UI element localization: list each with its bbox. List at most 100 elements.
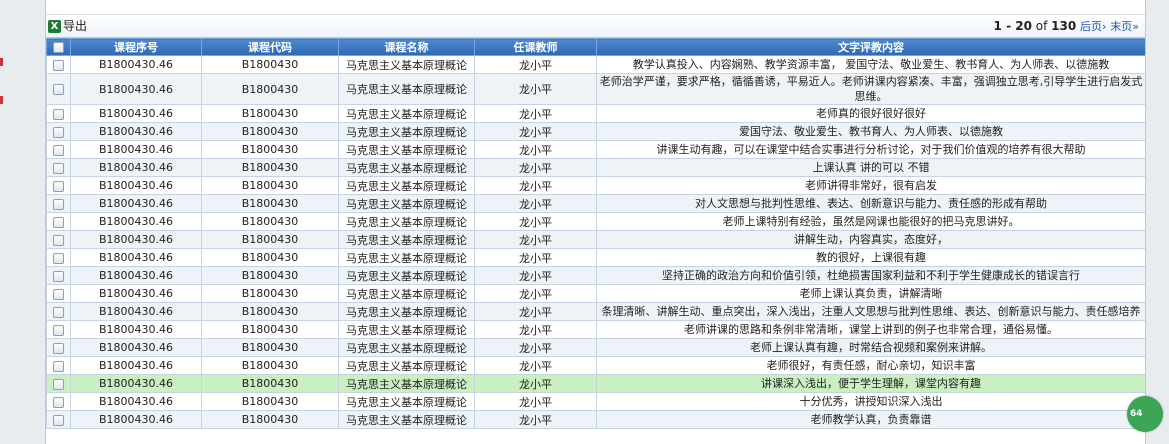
floating-badge[interactable]: 64 (1127, 396, 1163, 432)
select-cell[interactable] (46, 266, 71, 285)
course-name-cell: 马克思主义基本原理概论 (338, 140, 475, 159)
teacher-cell: 龙小平 (474, 194, 597, 213)
comment-cell: 老师上课认真有趣，时常结合视频和案例来讲解。 (596, 338, 1145, 357)
row-checkbox[interactable] (53, 252, 64, 264)
table-row[interactable]: B1800430.46 B1800430 马克思主义基本原理概论 龙小平 讲课深入浅出，… (46, 374, 1145, 393)
row-checkbox[interactable] (53, 59, 64, 71)
table-row[interactable]: B1800430.46 B1800430 马克思主义基本原理概论 龙小平 十分优秀，讲授… (46, 392, 1145, 411)
teacher-cell: 龙小平 (474, 212, 597, 231)
row-checkbox[interactable] (53, 216, 64, 228)
row-checkbox[interactable] (53, 396, 64, 408)
row-checkbox[interactable] (53, 126, 64, 138)
comment-cell: 老师教学认真，负责靠谱 (596, 410, 1145, 429)
select-cell[interactable] (46, 374, 71, 393)
row-checkbox[interactable] (53, 108, 64, 120)
row-checkbox[interactable] (53, 162, 64, 174)
select-cell[interactable] (46, 158, 71, 177)
select-cell[interactable] (46, 302, 71, 321)
row-checkbox[interactable] (53, 288, 64, 300)
evaluation-table: 课程序号 课程代码 课程名称 任课教师 文字评教内容 B1800430.46 B1… (46, 38, 1145, 429)
course-seq-cell: B1800430.46 (70, 410, 202, 429)
course-code-cell: B1800430 (201, 356, 339, 375)
column-header-code[interactable]: 课程代码 (201, 38, 339, 56)
table-row[interactable]: B1800430.46 B1800430 马克思主义基本原理概论 龙小平 坚持正确的政治… (46, 266, 1145, 285)
row-checkbox[interactable] (53, 84, 64, 95)
select-cell[interactable] (46, 320, 71, 339)
course-code-cell: B1800430 (201, 410, 339, 429)
course-seq-cell: B1800430.46 (70, 73, 202, 105)
table-row[interactable]: B1800430.46 B1800430 马克思主义基本原理概论 龙小平 老师教学认真，… (46, 410, 1145, 429)
row-checkbox[interactable] (53, 180, 64, 192)
select-all-header[interactable] (46, 38, 71, 56)
table-row[interactable]: B1800430.46 B1800430 马克思主义基本原理概论 龙小平 老师真的很好很… (46, 104, 1145, 123)
column-header-name[interactable]: 课程名称 (338, 38, 475, 56)
course-name-cell: 马克思主义基本原理概论 (338, 212, 475, 231)
course-code-cell: B1800430 (201, 176, 339, 195)
select-cell[interactable] (46, 55, 71, 74)
column-header-teacher[interactable]: 任课教师 (474, 38, 597, 56)
table-row[interactable]: B1800430.46 B1800430 马克思主义基本原理概论 龙小平 老师很好，有责… (46, 356, 1145, 375)
table-row[interactable]: B1800430.46 B1800430 马克思主义基本原理概论 龙小平 教学认真投入、… (46, 55, 1145, 74)
course-name-cell: 马克思主义基本原理概论 (338, 176, 475, 195)
table-row[interactable]: B1800430.46 B1800430 马克思主义基本原理概论 龙小平 老师上课特别有… (46, 212, 1145, 231)
select-cell[interactable] (46, 356, 71, 375)
pager-range: 1 - 20 (993, 19, 1032, 33)
select-cell[interactable] (46, 194, 71, 213)
select-cell[interactable] (46, 338, 71, 357)
row-checkbox[interactable] (53, 198, 64, 210)
select-cell[interactable] (46, 122, 71, 141)
export-button[interactable]: X 导出 (48, 18, 87, 34)
course-name-cell: 马克思主义基本原理概论 (338, 158, 475, 177)
table-row[interactable]: B1800430.46 B1800430 马克思主义基本原理概论 龙小平 教的很好，上课… (46, 248, 1145, 267)
comment-cell: 对人文思想与批判性思维、表达、创新意识与能力、责任感的形成有帮助 (596, 194, 1145, 213)
select-cell[interactable] (46, 284, 71, 303)
teacher-cell: 龙小平 (474, 356, 597, 375)
course-seq-cell: B1800430.46 (70, 284, 202, 303)
last-page-link[interactable]: 末页» (1110, 20, 1139, 33)
select-cell[interactable] (46, 212, 71, 231)
course-seq-cell: B1800430.46 (70, 140, 202, 159)
course-seq-cell: B1800430.46 (70, 356, 202, 375)
table-row[interactable]: B1800430.46 B1800430 马克思主义基本原理概论 龙小平 老师上课认真有… (46, 338, 1145, 357)
table-row[interactable]: B1800430.46 B1800430 马克思主义基本原理概论 龙小平 讲解生动，内容… (46, 230, 1145, 249)
table-row[interactable]: B1800430.46 B1800430 马克思主义基本原理概论 龙小平 老师讲得非常好… (46, 176, 1145, 195)
select-cell[interactable] (46, 392, 71, 411)
teacher-cell: 龙小平 (474, 104, 597, 123)
row-checkbox[interactable] (53, 234, 64, 246)
select-cell[interactable] (46, 410, 71, 429)
select-cell[interactable] (46, 104, 71, 123)
row-checkbox[interactable] (53, 414, 64, 426)
table-row[interactable]: B1800430.46 B1800430 马克思主义基本原理概论 龙小平 讲课生动有趣，… (46, 140, 1145, 159)
teacher-cell: 龙小平 (474, 122, 597, 141)
table-row[interactable]: B1800430.46 B1800430 马克思主义基本原理概论 龙小平 老师讲课的思路… (46, 320, 1145, 339)
next-page-link[interactable]: 后页› (1080, 20, 1106, 33)
column-header-comment[interactable]: 文字评教内容 (596, 38, 1145, 56)
table-row[interactable]: B1800430.46 B1800430 马克思主义基本原理概论 龙小平 条理清晰、讲解… (46, 302, 1145, 321)
course-seq-cell: B1800430.46 (70, 302, 202, 321)
row-checkbox[interactable] (53, 360, 64, 372)
course-seq-cell: B1800430.46 (70, 122, 202, 141)
table-row[interactable]: B1800430.46 B1800430 马克思主义基本原理概论 龙小平 对人文思想与批… (46, 194, 1145, 213)
table-row[interactable]: B1800430.46 B1800430 马克思主义基本原理概论 龙小平 老师上课认真负… (46, 284, 1145, 303)
table-row[interactable]: B1800430.46 B1800430 马克思主义基本原理概论 龙小平 老师治学严谨，… (46, 73, 1145, 105)
select-cell[interactable] (46, 176, 71, 195)
course-code-cell: B1800430 (201, 320, 339, 339)
row-checkbox[interactable] (53, 306, 64, 318)
row-checkbox[interactable] (53, 144, 64, 156)
row-checkbox[interactable] (53, 378, 64, 390)
table-body: B1800430.46 B1800430 马克思主义基本原理概论 龙小平 教学认真投入、… (46, 55, 1145, 429)
select-cell[interactable] (46, 140, 71, 159)
row-checkbox[interactable] (53, 324, 64, 336)
row-checkbox[interactable] (53, 270, 64, 282)
select-cell[interactable] (46, 230, 71, 249)
row-checkbox[interactable] (53, 342, 64, 354)
course-code-cell: B1800430 (201, 194, 339, 213)
table-row[interactable]: B1800430.46 B1800430 马克思主义基本原理概论 龙小平 爱国守法、敬业… (46, 122, 1145, 141)
select-cell[interactable] (46, 73, 71, 105)
table-row[interactable]: B1800430.46 B1800430 马克思主义基本原理概论 龙小平 上课认真 讲的… (46, 158, 1145, 177)
course-code-cell: B1800430 (201, 212, 339, 231)
select-all-checkbox[interactable] (53, 42, 64, 53)
column-header-seq[interactable]: 课程序号 (70, 38, 202, 56)
course-name-cell: 马克思主义基本原理概论 (338, 104, 475, 123)
select-cell[interactable] (46, 248, 71, 267)
